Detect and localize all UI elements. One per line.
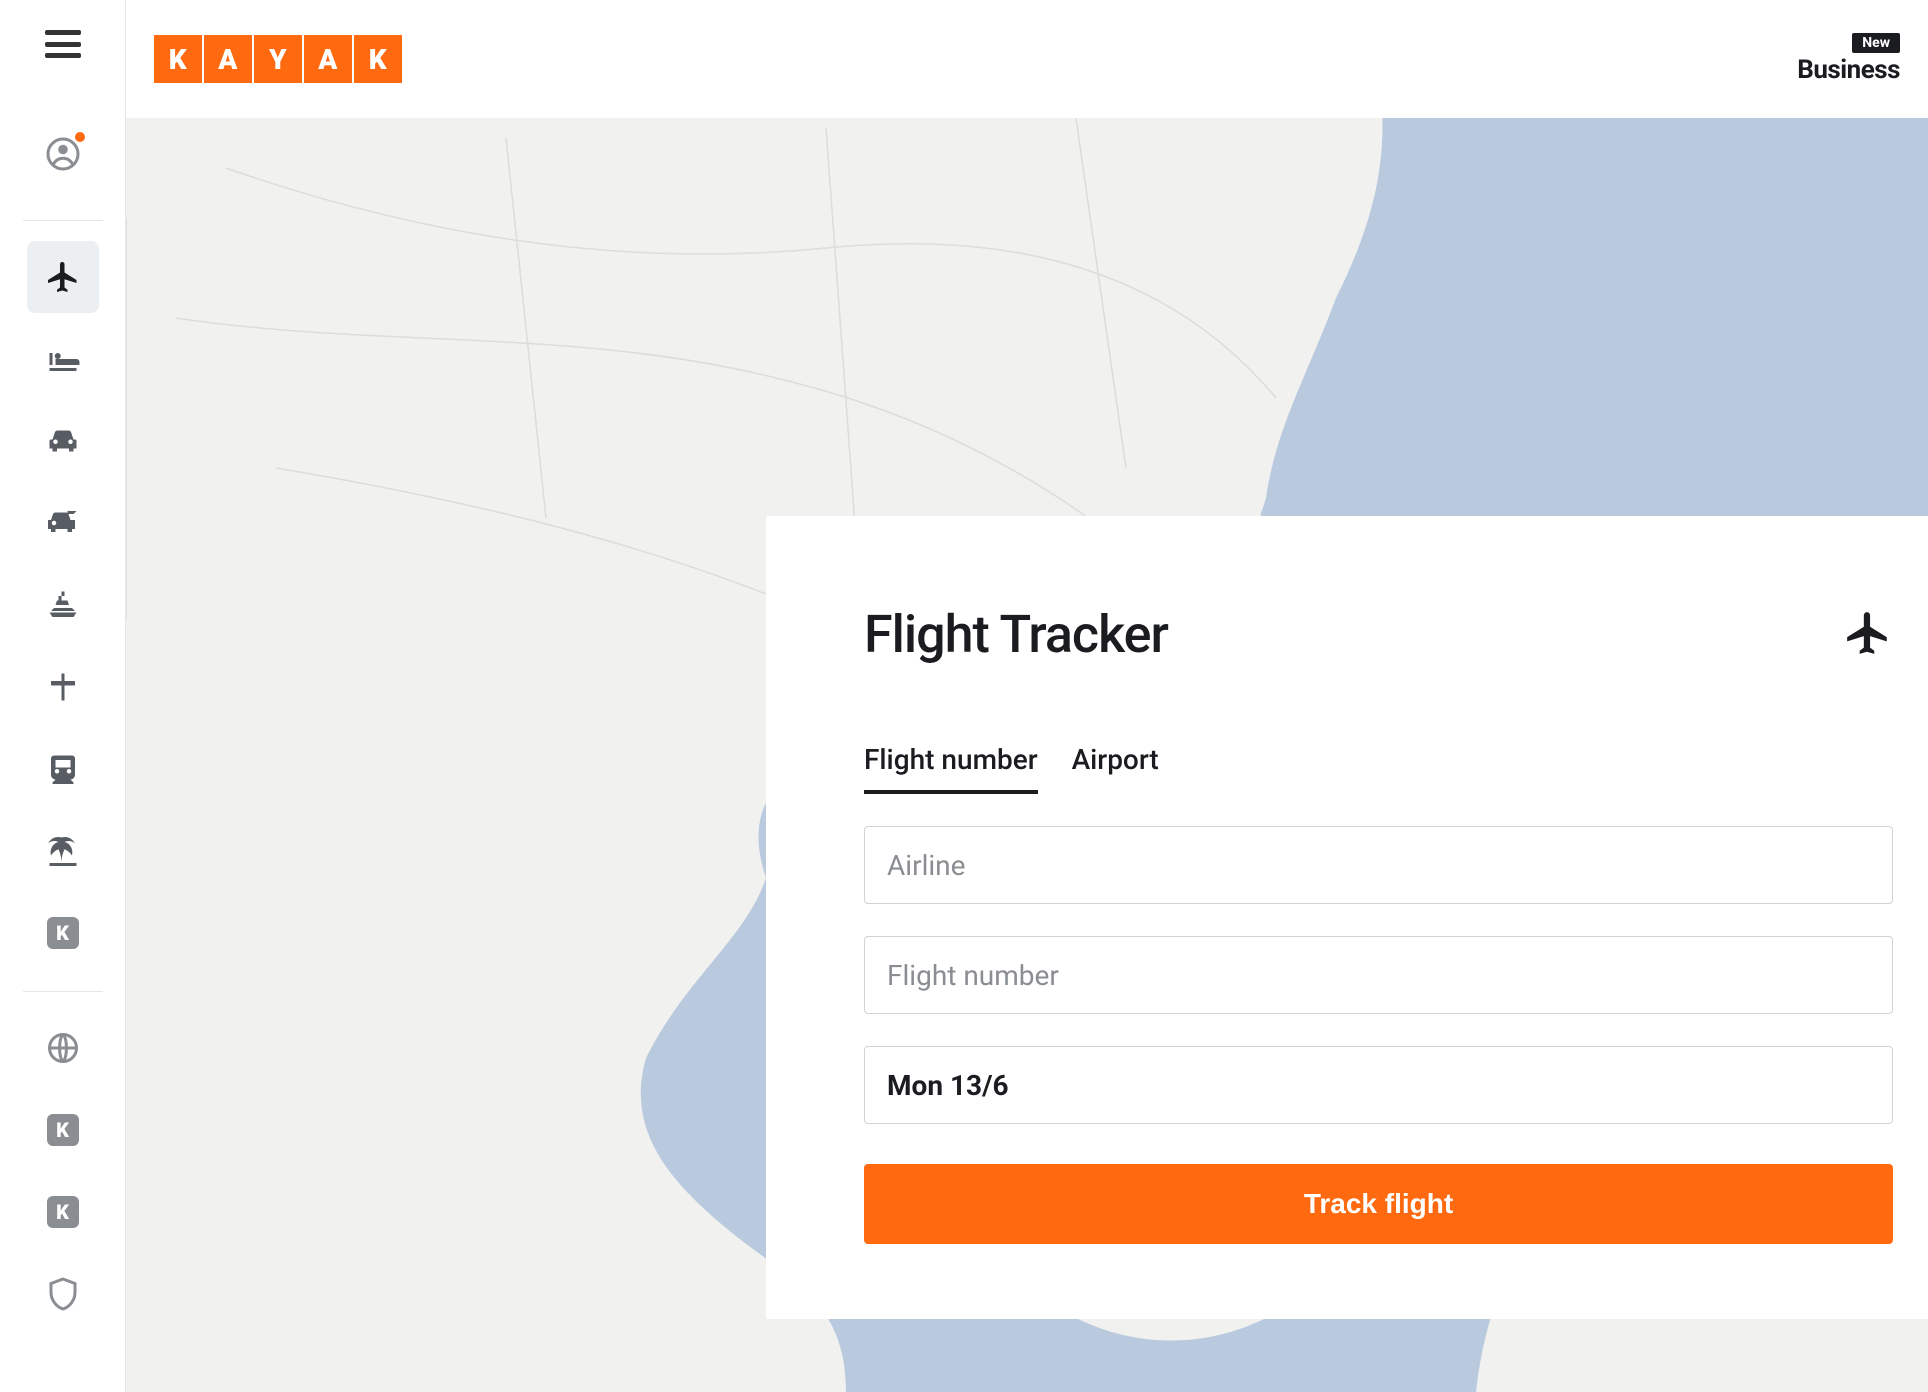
flight-tracker-card: Flight Tracker Flight number Airport Mon… xyxy=(766,516,1928,1319)
tab-flight-number[interactable]: Flight number xyxy=(864,743,1038,794)
logo-letter: K xyxy=(154,35,202,83)
kayak-direct-icon[interactable]: K xyxy=(27,897,99,969)
date-picker[interactable]: Mon 13/6 xyxy=(864,1046,1893,1124)
kayak-logo[interactable]: K A Y A K xyxy=(154,35,402,83)
airplane-icon xyxy=(1843,608,1893,662)
profile-icon[interactable] xyxy=(27,118,99,190)
header: K A Y A K New Business xyxy=(126,0,1928,118)
notification-dot xyxy=(75,132,85,142)
new-badge: New xyxy=(1852,33,1900,53)
flights-icon[interactable] xyxy=(27,241,99,313)
explore-icon[interactable] xyxy=(27,651,99,723)
hotels-icon[interactable] xyxy=(27,323,99,395)
shield-icon[interactable] xyxy=(27,1258,99,1330)
kayak-k-icon-1[interactable]: K xyxy=(27,1094,99,1166)
airline-input[interactable] xyxy=(864,826,1893,904)
holidays-icon[interactable] xyxy=(27,815,99,887)
logo-letter: A xyxy=(204,35,252,83)
logo-letter: Y xyxy=(254,35,302,83)
flight-number-input[interactable] xyxy=(864,936,1893,1014)
divider xyxy=(23,220,103,221)
tracker-tabs: Flight number Airport xyxy=(864,743,1893,794)
sidebar: K K K xyxy=(0,0,126,1392)
logo-letter: K xyxy=(354,35,402,83)
date-value: Mon 13/6 xyxy=(887,1069,1009,1102)
logo-letter: A xyxy=(304,35,352,83)
globe-icon[interactable] xyxy=(27,1012,99,1084)
cruises-icon[interactable] xyxy=(27,569,99,641)
transfers-icon[interactable] xyxy=(27,487,99,559)
hamburger-menu-icon[interactable] xyxy=(45,30,81,58)
cars-icon[interactable] xyxy=(27,405,99,477)
trains-icon[interactable] xyxy=(27,733,99,805)
business-link[interactable]: New Business xyxy=(1797,33,1900,85)
kayak-k-icon-2[interactable]: K xyxy=(27,1176,99,1248)
map-background: Flight Tracker Flight number Airport Mon… xyxy=(126,118,1928,1392)
business-label: Business xyxy=(1797,55,1900,85)
divider xyxy=(23,991,103,992)
page-title: Flight Tracker xyxy=(864,604,1168,665)
tab-airport[interactable]: Airport xyxy=(1072,743,1159,794)
track-flight-button[interactable]: Track flight xyxy=(864,1164,1893,1244)
